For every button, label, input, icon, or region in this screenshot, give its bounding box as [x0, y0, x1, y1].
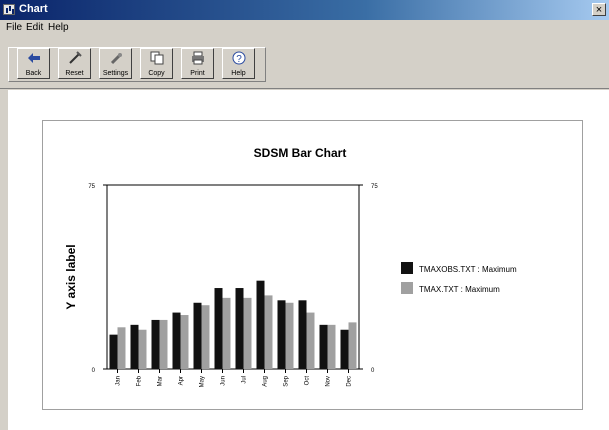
bar-mar-series1 — [151, 319, 160, 369]
bar-dec-series1 — [340, 329, 349, 369]
y-axis-label: Y axis label — [64, 244, 78, 309]
bar-feb-series1 — [130, 324, 139, 369]
y-tick-label-right: 0 — [371, 368, 375, 374]
reset-button[interactable]: Reset — [58, 48, 91, 79]
bar-chart: SDSM Bar Chart Y axis label 0 75 0 75 Jan Feb Ma… — [64, 146, 517, 387]
bar-feb-series2 — [138, 329, 147, 369]
help-button-label: Help — [231, 70, 246, 77]
x-tick-label: Feb — [137, 375, 143, 386]
bar-dec-series2 — [348, 322, 357, 369]
legend-swatch-series2 — [401, 282, 413, 294]
bar-jul-series1 — [235, 288, 244, 369]
bar-sep-series2 — [285, 302, 294, 369]
bar-nov-series2 — [327, 324, 336, 369]
bar-jun-series1 — [214, 288, 223, 369]
chart-frame: SDSM Bar Chart Y axis label 0 75 0 75 Jan Feb Ma… — [42, 120, 583, 410]
window-title: Chart — [19, 3, 48, 15]
bar-jan-series2 — [117, 327, 126, 369]
toolbar: Back Reset Settings Copy Print ? Help — [0, 36, 609, 89]
x-tick-label: Sep — [284, 375, 290, 386]
bar-sep-series1 — [277, 300, 286, 369]
print-button[interactable]: Print — [181, 48, 214, 79]
x-tick-label: Nov — [326, 376, 332, 387]
bar-apr-series1 — [172, 312, 181, 369]
copy-icon — [150, 51, 164, 65]
chart-app-icon — [3, 4, 15, 15]
x-tick-label: Apr — [179, 376, 185, 385]
print-button-label: Print — [190, 70, 205, 77]
menu-help[interactable]: Help — [48, 22, 69, 33]
x-tick-label: Oct — [305, 376, 311, 386]
bar-aug-series2 — [264, 295, 273, 369]
back-button-label: Back — [25, 70, 42, 77]
x-tick-label: Jul — [242, 376, 248, 384]
bar-nov-series1 — [319, 324, 328, 369]
bar-may-series2 — [201, 305, 210, 369]
bar-apr-series2 — [180, 315, 189, 369]
close-button[interactable]: × — [592, 3, 606, 16]
settings-icon — [110, 52, 123, 65]
bar-oct-series1 — [298, 300, 307, 369]
back-arrow-icon — [28, 53, 40, 63]
legend-swatch-series1 — [401, 262, 413, 274]
chart-window: Chart × File Edit Help Back Reset Settin… — [0, 0, 609, 430]
help-icon: ? — [232, 51, 246, 65]
copy-button-label: Copy — [148, 70, 165, 77]
x-tick-label: Dec — [347, 376, 353, 387]
reset-icon — [69, 51, 82, 64]
x-tick-label: Jan — [116, 376, 122, 386]
title-bar[interactable]: Chart × — [0, 0, 609, 20]
y-tick-label-left: 75 — [88, 184, 95, 190]
bar-mar-series2 — [159, 319, 168, 369]
x-tick-label: Aug — [263, 376, 269, 387]
back-button[interactable]: Back — [17, 48, 50, 79]
menu-bar: File Edit Help — [0, 20, 609, 36]
settings-button[interactable]: Settings — [99, 48, 132, 79]
menu-file[interactable]: File — [6, 22, 22, 33]
chart-title: SDSM Bar Chart — [254, 146, 347, 160]
copy-button[interactable]: Copy — [140, 48, 173, 79]
bar-jan-series1 — [109, 334, 118, 369]
bar-jun-series2 — [222, 297, 231, 369]
y-tick-label-right: 75 — [371, 184, 378, 190]
bar-aug-series1 — [256, 280, 265, 369]
y-tick-label-left: 0 — [92, 368, 96, 374]
bar-oct-series2 — [306, 312, 315, 369]
x-tick-label: Jun — [221, 376, 227, 386]
bar-jul-series2 — [243, 297, 252, 369]
bar-may-series1 — [193, 302, 202, 369]
legend-label-series2: TMAX.TXT : Maximum — [419, 285, 500, 294]
x-tick-label: May — [200, 376, 206, 387]
settings-button-label: Settings — [102, 70, 129, 77]
svg-text:?: ? — [236, 54, 242, 65]
printer-icon — [192, 51, 204, 65]
reset-button-label: Reset — [65, 70, 84, 77]
legend-label-series1: TMAXOBS.TXT : Maximum — [419, 265, 517, 274]
menu-edit[interactable]: Edit — [26, 22, 43, 33]
help-button[interactable]: ? Help — [222, 48, 255, 79]
x-tick-label: Mar — [158, 376, 164, 386]
